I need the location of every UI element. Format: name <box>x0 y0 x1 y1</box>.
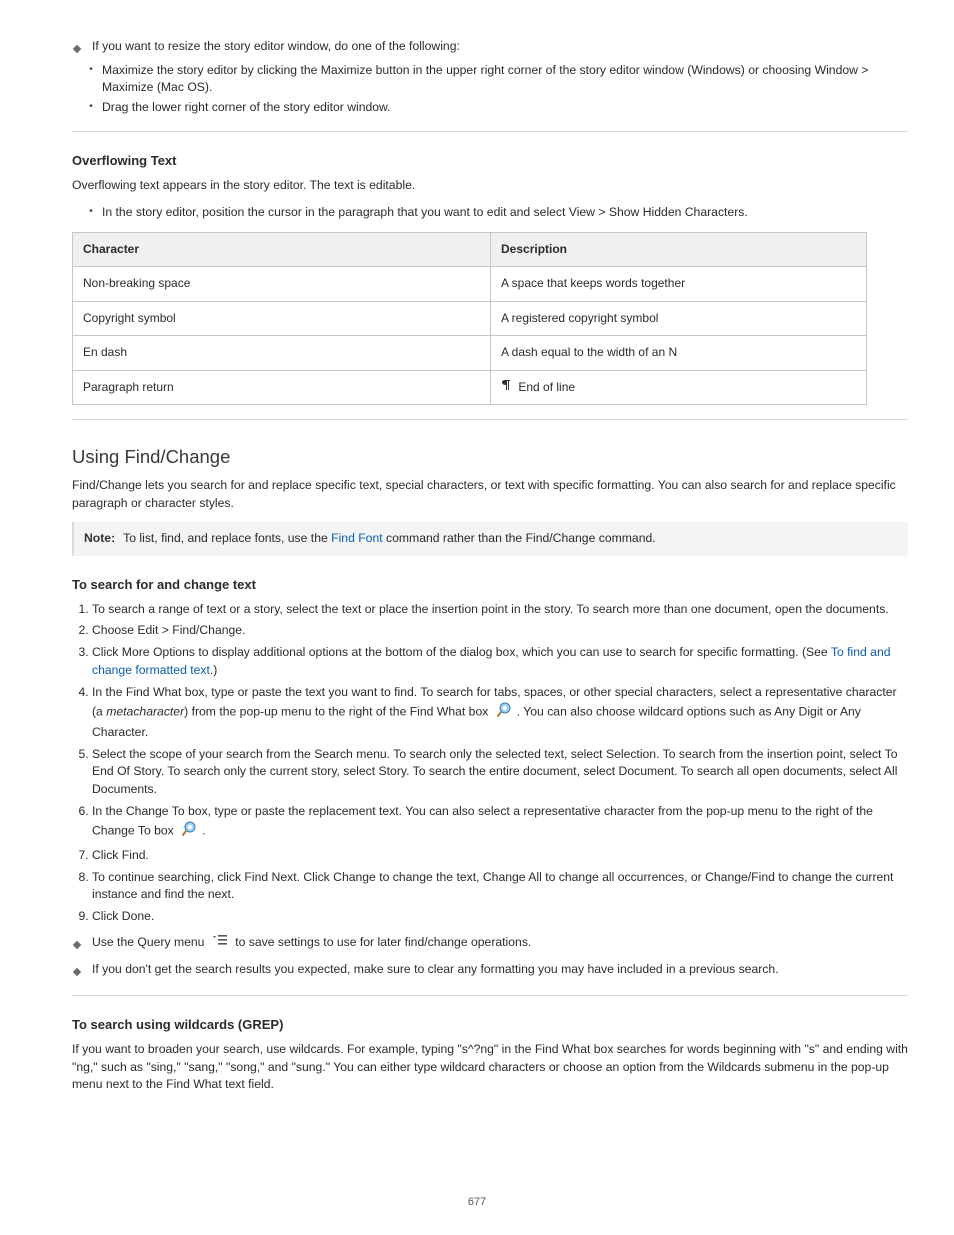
table-cell: A space that keeps words together <box>491 267 867 301</box>
page-number: 677 <box>0 1195 954 1211</box>
tip-text: Use the Query menu to save settings to u… <box>92 934 908 952</box>
list-item: • Drag the lower right corner of the sto… <box>88 99 908 117</box>
list-item: • In the story editor, position the curs… <box>88 204 908 222</box>
query-menu-icon <box>212 934 228 952</box>
step-item: To search a range of text or a story, se… <box>92 601 908 619</box>
table-cell: Paragraph return <box>73 370 491 405</box>
instruction-block: If you want to resize the story editor w… <box>72 38 908 58</box>
table-row: En dash A dash equal to the width of an … <box>73 336 867 370</box>
subsection-heading: To search using wildcards (GREP) <box>72 1016 908 1035</box>
divider <box>72 131 908 132</box>
table-cell: A registered copyright symbol <box>491 301 867 335</box>
intro-text: If you want to resize the story editor w… <box>92 38 908 56</box>
diamond-icon <box>72 40 82 58</box>
diamond-icon <box>72 936 82 954</box>
pilcrow-icon <box>501 379 511 396</box>
bullet-dot-icon: • <box>88 62 94 78</box>
paragraph: If you want to broaden your search, use … <box>72 1041 908 1094</box>
divider <box>72 995 908 996</box>
tip-text: If you don't get the search results you … <box>92 961 908 979</box>
diamond-icon <box>72 963 82 981</box>
step-item: To continue searching, click Find Next. … <box>92 869 908 904</box>
step-item: Select the scope of your search from the… <box>92 746 908 799</box>
bullet-text: Drag the lower right corner of the story… <box>102 99 908 117</box>
popup-menu-icon <box>496 701 513 724</box>
table-cell: En dash <box>73 336 491 370</box>
section-heading: Using Find/Change <box>72 444 908 471</box>
note-block: Note: To list, find, and replace fonts, … <box>72 522 908 556</box>
step-item: Click Done. <box>92 908 908 926</box>
note-label: Note: <box>84 530 115 548</box>
table-header: Description <box>491 232 867 266</box>
step-item: Click More Options to display additional… <box>92 644 908 679</box>
divider <box>72 419 908 420</box>
table-cell: A dash equal to the width of an N <box>491 336 867 370</box>
paragraph: Find/Change lets you search for and repl… <box>72 477 908 512</box>
table-cell: End of line <box>491 370 867 405</box>
bullet-text: In the story editor, position the cursor… <box>102 204 908 222</box>
tip-block: If you don't get the search results you … <box>72 961 908 981</box>
paragraph: Overflowing text appears in the story ed… <box>72 177 908 195</box>
find-font-link[interactable]: Find Font <box>331 531 382 545</box>
note-text: To list, find, and replace fonts, use th… <box>123 530 898 548</box>
step-item: In the Change To box, type or paste the … <box>92 803 908 843</box>
table-row: Paragraph return End of line <box>73 370 867 405</box>
subsection-heading: Overflowing Text <box>72 152 908 171</box>
list-item: • Maximize the story editor by clicking … <box>88 62 908 97</box>
hidden-characters-table: Character Description Non-breaking space… <box>72 232 867 405</box>
tip-block: Use the Query menu to save settings to u… <box>72 934 908 954</box>
step-item: Choose Edit > Find/Change. <box>92 622 908 640</box>
subsection-heading: To search for and change text <box>72 576 908 595</box>
bullet-text: Maximize the story editor by clicking th… <box>102 62 908 97</box>
table-header: Character <box>73 232 491 266</box>
table-cell: Copyright symbol <box>73 301 491 335</box>
step-item: In the Find What box, type or paste the … <box>92 684 908 742</box>
step-item: Click Find. <box>92 847 908 865</box>
steps-list: To search a range of text or a story, se… <box>92 601 908 926</box>
table-cell: Non-breaking space <box>73 267 491 301</box>
bullet-dot-icon: • <box>88 204 94 220</box>
popup-menu-icon <box>181 820 198 843</box>
table-cell-text: End of line <box>518 380 575 394</box>
table-row: Copyright symbol A registered copyright … <box>73 301 867 335</box>
bullet-dot-icon: • <box>88 99 94 115</box>
table-row: Non-breaking space A space that keeps wo… <box>73 267 867 301</box>
